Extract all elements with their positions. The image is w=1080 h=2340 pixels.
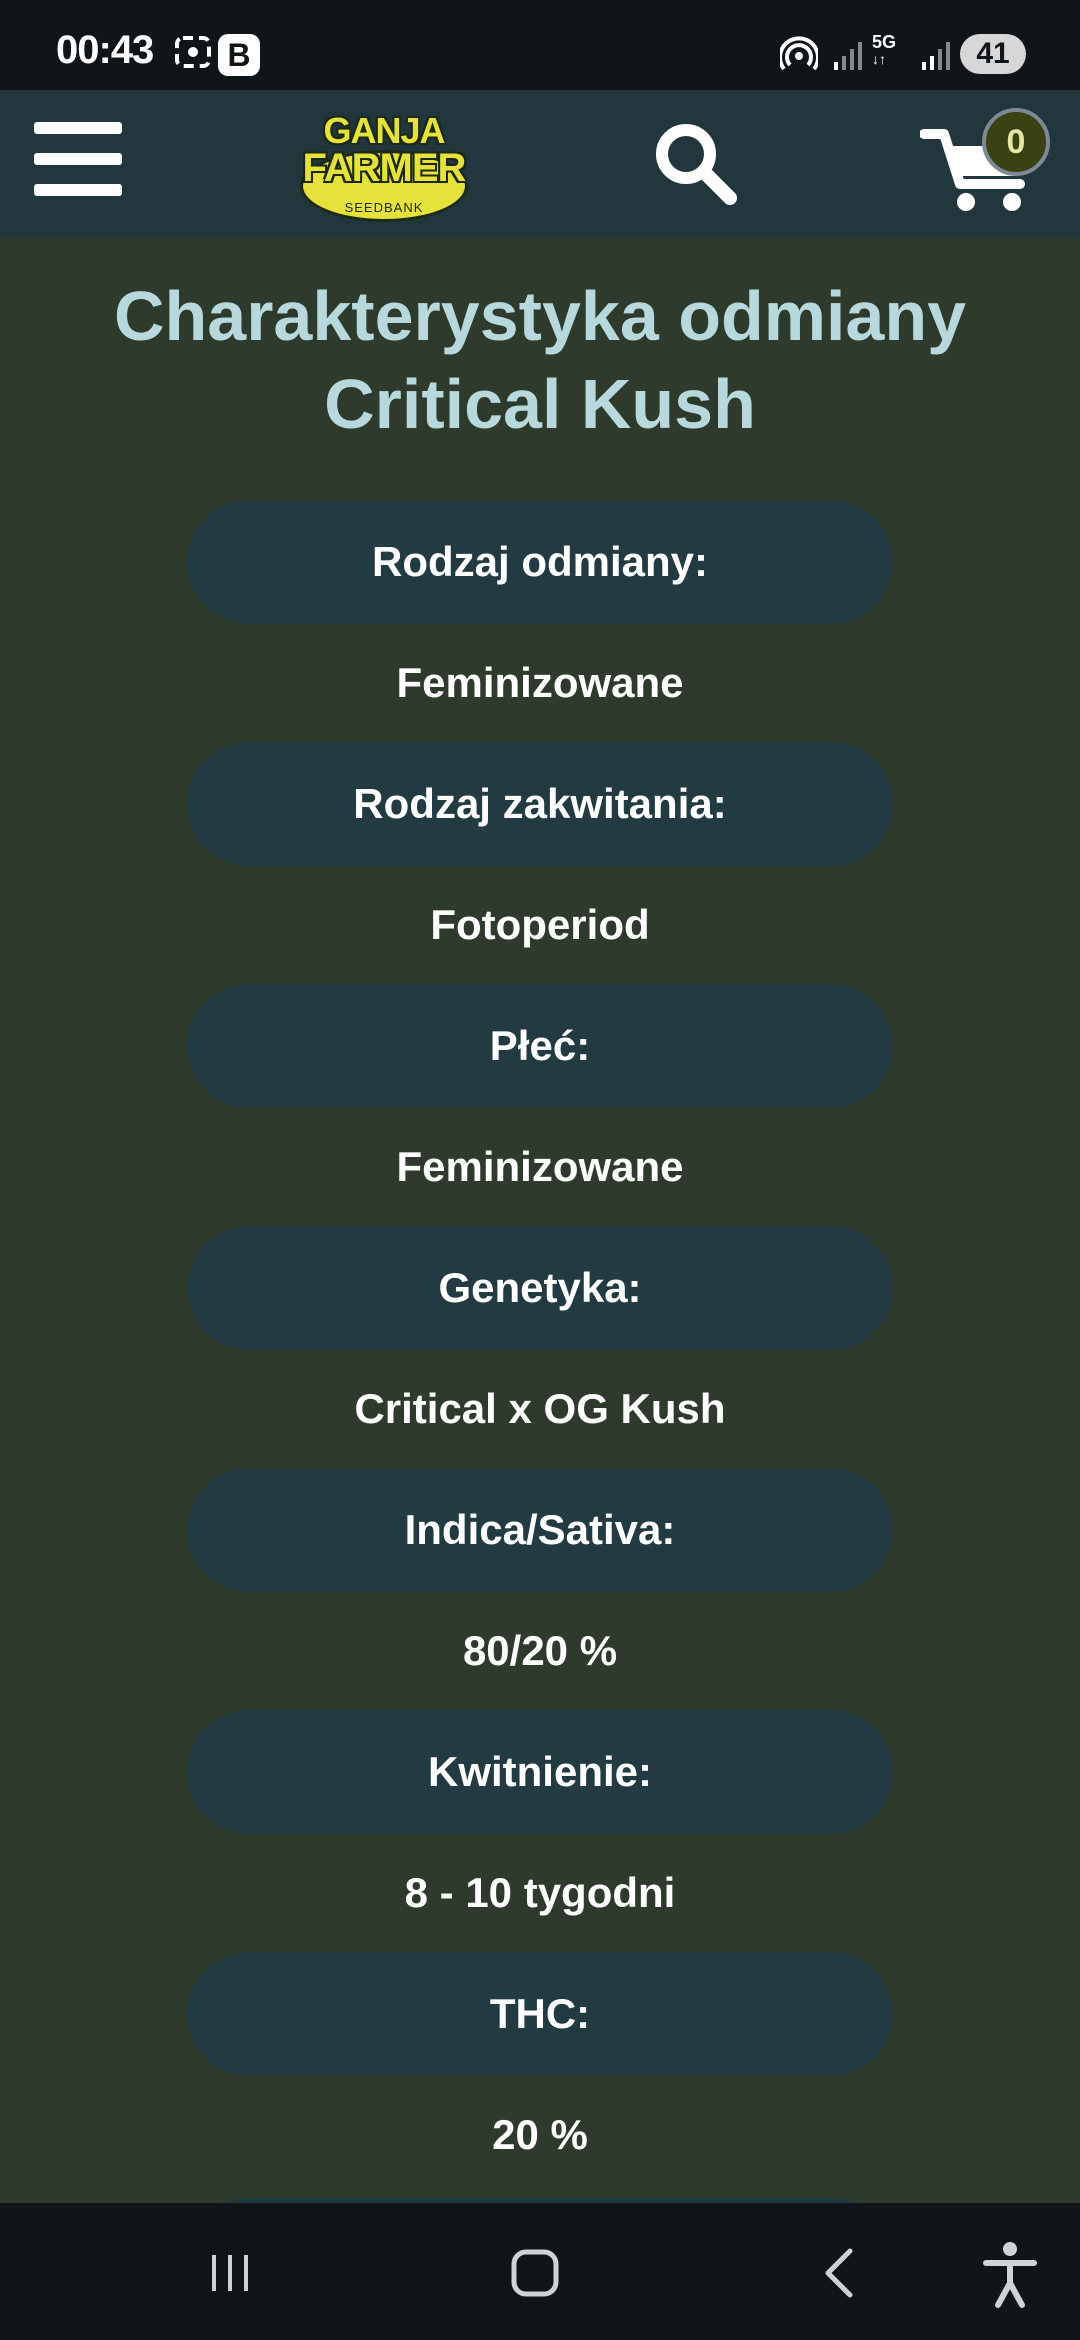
signal-icon [922, 42, 950, 70]
status-icons: 5G ↓↑ 41 [750, 0, 1080, 90]
spec-list: Rodzaj odmiany: Feminizowane Rodzaj zakw… [0, 500, 1080, 2203]
status-time: 00:43 [56, 28, 154, 72]
logo-text-bottom: FARMER [302, 146, 467, 190]
spec-value: 20 % [492, 2111, 588, 2158]
app-b-icon: B [218, 34, 260, 76]
spec-value: Critical x OG Kush [354, 1385, 726, 1432]
back-icon[interactable] [810, 2243, 870, 2303]
spec-label: Kwitnienie: [187, 1710, 893, 1834]
logo[interactable]: GANJA FARMER SEEDBANK [296, 104, 472, 226]
spec-label: Rodzaj odmiany: [187, 500, 893, 624]
spec-value: 80/20 % [462, 1627, 618, 1674]
spec-value: Fotoperiod [430, 901, 650, 948]
spec-label: Płeć: [187, 984, 893, 1108]
battery-icon: 41 [960, 34, 1026, 74]
spec-value: Feminizowane [396, 659, 684, 706]
spec-value: Feminizowane [396, 1143, 684, 1190]
spec-label: THC: [187, 1952, 893, 2076]
home-icon[interactable] [500, 2243, 570, 2303]
hotspot-icon [780, 36, 818, 71]
spec-label: Genetyka: [187, 1226, 893, 1350]
page-title-line1: Charakterystyka odmiany [113, 277, 967, 355]
logo-subtext: SEEDBANK [344, 200, 424, 215]
status-bar: 00:43 B 5G ↓↑ 41 [0, 0, 1080, 90]
spec-label: Rodzaj zakwitania: [187, 742, 893, 866]
cart-count-badge[interactable]: 0 [982, 108, 1050, 176]
menu-icon[interactable] [34, 120, 122, 198]
screen: 00:43 B 5G ↓↑ 41 GANJA FARMER SEEDBANK 0… [0, 0, 1080, 2340]
page-title-line2: Critical Kush [324, 365, 756, 443]
screenshot-icon [175, 36, 211, 68]
network-type: 5G ↓↑ [872, 32, 897, 67]
page-title: Charakterystyka odmiany Critical Kush [0, 272, 1080, 448]
search-icon[interactable] [650, 118, 740, 208]
recent-apps-icon[interactable] [200, 2243, 260, 2303]
signal-icon [834, 42, 862, 70]
system-nav-bar [0, 2203, 1080, 2340]
accessibility-icon[interactable] [980, 2239, 1040, 2309]
main-content: Charakterystyka odmiany Critical Kush Ro… [0, 238, 1080, 2203]
spec-label: Indica/Sativa: [187, 1468, 893, 1592]
app-header: GANJA FARMER SEEDBANK 0 [0, 90, 1080, 238]
spec-value: 8 - 10 tygodni [404, 1869, 676, 1916]
